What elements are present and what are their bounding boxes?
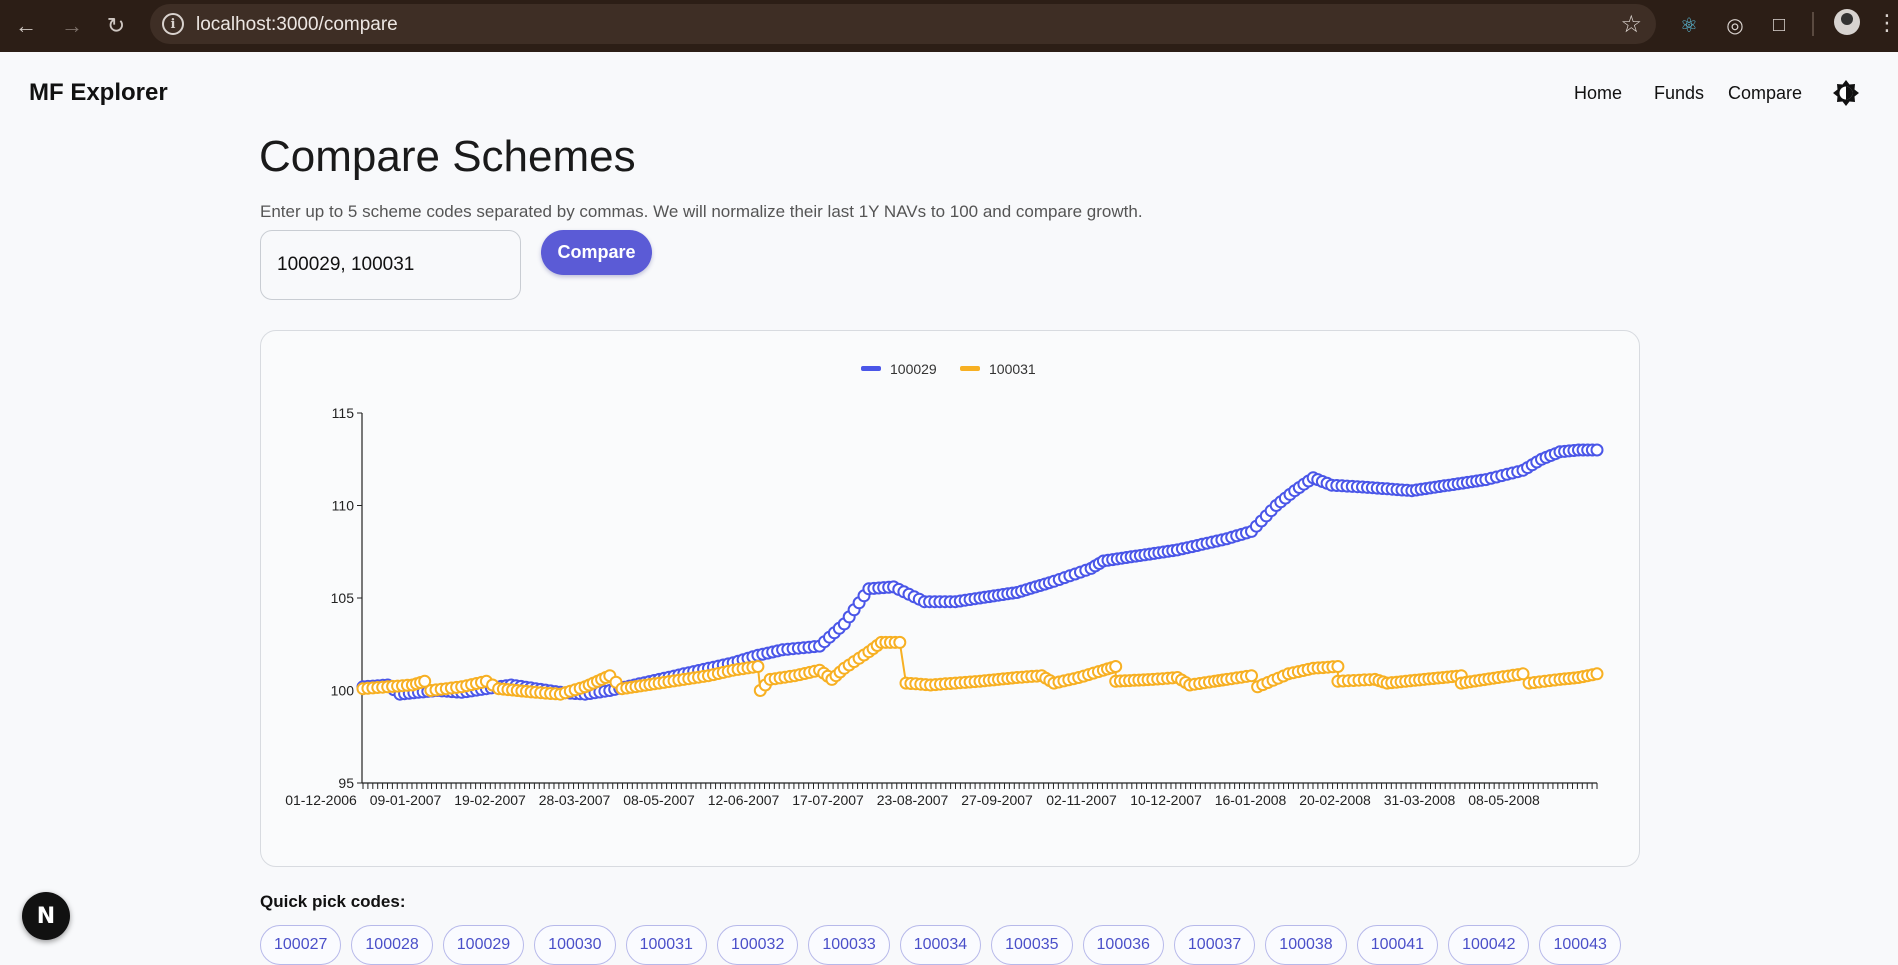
data-point [1590, 443, 1604, 457]
x-tick-label: 20-02-2008 [1299, 792, 1371, 808]
x-tick-label: 12-06-2007 [708, 792, 780, 808]
legend-label: 100031 [989, 361, 1036, 377]
x-tick-label: 27-09-2007 [961, 792, 1033, 808]
nav-compare-link[interactable]: Compare [1728, 83, 1802, 104]
scheme-codes-input[interactable] [260, 230, 521, 300]
x-tick-label: 02-11-2007 [1046, 792, 1117, 808]
browser-toolbar: ← → ↻ i localhost:3000/compare ☆ ⚛ ◎ □ ⋮ [0, 0, 1898, 52]
y-tick-label: 115 [332, 405, 355, 421]
x-tick-label: 31-03-2008 [1384, 792, 1456, 808]
data-point [893, 635, 907, 649]
x-tick-label: 08-05-2008 [1468, 792, 1540, 808]
x-tick-label: 01-12-2006 [285, 792, 357, 808]
quick-pick-chip[interactable]: 100041 [1356, 925, 1439, 965]
x-tick-label: 10-12-2007 [1130, 792, 1202, 808]
x-tick-label: 16-01-2008 [1215, 792, 1287, 808]
forward-icon[interactable]: → [56, 10, 88, 42]
quick-pick-chip[interactable]: 100032 [716, 925, 799, 965]
x-tick-label: 28-03-2007 [539, 792, 611, 808]
quick-pick-chip[interactable]: 100034 [899, 925, 982, 965]
y-tick-label: 110 [332, 498, 355, 514]
browser-menu-icon[interactable]: ⋮ [1876, 10, 1898, 36]
data-point [1331, 660, 1345, 673]
address-bar[interactable]: i localhost:3000/compare ☆ [150, 4, 1656, 44]
legend-label: 100029 [890, 361, 937, 377]
quick-pick-chip[interactable]: 100036 [1082, 925, 1164, 965]
nav-home-link[interactable]: Home [1574, 83, 1622, 104]
data-point [1109, 660, 1123, 673]
target-extension-icon[interactable]: ◎ [1720, 10, 1750, 40]
quick-pick-chip[interactable]: 100029 [442, 925, 525, 965]
app-title[interactable]: MF Explorer [29, 79, 168, 107]
x-tick-label: 09-01-2007 [370, 792, 442, 808]
data-point [1590, 667, 1604, 681]
quick-pick-chip[interactable]: 100042 [1448, 925, 1530, 965]
quick-pick-chip[interactable]: 100038 [1265, 925, 1347, 965]
comparison-line-chart: 95 100 105 110 115 01-12-2006 09-01-2007 19-02-… [285, 361, 1604, 808]
url-text[interactable]: localhost:3000/compare [196, 14, 398, 36]
theme-toggle-icon[interactable] [1832, 79, 1860, 107]
compare-button[interactable]: Compare [541, 230, 652, 275]
quick-pick-chip[interactable]: 100037 [1173, 925, 1256, 965]
chart-card: 95 100 105 110 115 01-12-2006 09-01-2007 19-02-… [260, 330, 1640, 867]
nav-funds-link[interactable]: Funds [1654, 83, 1704, 104]
quick-pick-chip[interactable]: 100030 [534, 925, 616, 965]
back-icon[interactable]: ← [10, 10, 42, 42]
y-tick-label: 100 [331, 683, 355, 699]
quick-pick-chip[interactable]: 100033 [808, 925, 890, 965]
profile-avatar[interactable] [1834, 9, 1860, 35]
quick-pick-chip[interactable]: 100027 [260, 925, 342, 965]
quick-pick-chips: 100027 100028 100029 100030 100031 100032 1000… [260, 925, 1621, 965]
toolbar-separator [1812, 12, 1814, 36]
quick-pick-chip[interactable]: 100035 [991, 925, 1073, 965]
data-point [1245, 669, 1258, 683]
quick-pick-chip[interactable]: 100031 [625, 925, 707, 965]
legend-swatch [861, 366, 881, 371]
bookmark-star-icon[interactable]: ☆ [1620, 10, 1642, 39]
quick-pick-label: Quick pick codes: [260, 892, 406, 911]
x-tick-label: 08-05-2007 [623, 792, 695, 808]
x-tick-label: 17-07-2007 [792, 792, 864, 808]
quick-pick-chip[interactable]: 100028 [351, 925, 433, 965]
legend-swatch [960, 366, 980, 371]
page-subtitle: Enter up to 5 scheme codes separated by … [260, 202, 1143, 221]
y-tick-label: 95 [338, 775, 354, 791]
react-devtools-icon[interactable]: ⚛ [1674, 10, 1704, 40]
site-info-icon[interactable]: i [162, 13, 184, 35]
quick-pick-chip[interactable]: 100043 [1539, 925, 1621, 965]
x-tick-label: 19-02-2007 [454, 792, 526, 808]
reload-icon[interactable]: ↻ [100, 10, 132, 42]
x-tick-label: 23-08-2007 [877, 792, 949, 808]
nextjs-dev-badge[interactable]: N [22, 892, 70, 940]
y-tick-label: 105 [331, 590, 355, 606]
extensions-puzzle-icon[interactable]: □ [1764, 10, 1794, 40]
data-point [751, 660, 765, 673]
page-title: Compare Schemes [259, 132, 636, 181]
